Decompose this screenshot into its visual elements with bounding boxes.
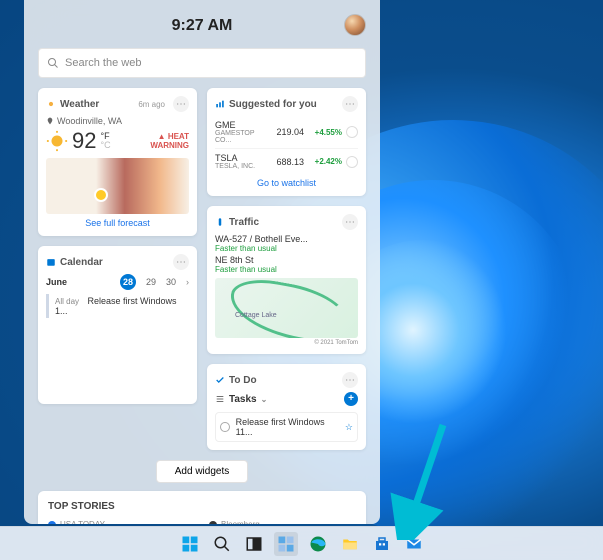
weather-map[interactable]	[46, 158, 189, 214]
todo-title: To Do	[229, 375, 338, 386]
store-button[interactable]	[370, 532, 394, 556]
user-avatar[interactable]	[344, 14, 366, 36]
weather-title: Weather	[60, 99, 134, 110]
weather-location: Woodinville, WA	[46, 116, 189, 126]
todo-card[interactable]: To Do ⋯ Tasks ⌄ + Release first Windows …	[207, 364, 366, 450]
traffic-card[interactable]: Traffic ⋯ WA-527 / Bothell Eve... Faster…	[207, 206, 366, 354]
story[interactable]: Bloomberg McConnell wants infrastructure…	[209, 520, 356, 524]
traffic-title: Traffic	[229, 217, 338, 228]
stock-symbol: TSLA	[215, 153, 268, 163]
weather-temp: 92	[72, 128, 96, 154]
task-view-button[interactable]	[242, 532, 266, 556]
add-widgets-button[interactable]: Add widgets	[156, 460, 248, 483]
stocks-row[interactable]: GMEGAMESTOP CO... 219.04 +4.55%	[215, 116, 358, 149]
traffic-route[interactable]: WA-527 / Bothell Eve... Faster than usua…	[215, 234, 358, 253]
weather-ago: 6m ago	[138, 100, 165, 109]
search-icon	[47, 57, 59, 69]
source-icon	[48, 521, 56, 524]
mail-button[interactable]	[402, 532, 426, 556]
stocks-icon	[215, 99, 225, 109]
stocks-row[interactable]: TSLATESLA, INC. 688.13 +2.42%	[215, 149, 358, 174]
story[interactable]: USA TODAY 10 dead, 151 still missing: Wh…	[48, 520, 195, 524]
todo-more-icon[interactable]: ⋯	[342, 372, 358, 388]
list-icon	[215, 394, 225, 404]
stock-change: +4.55%	[308, 128, 342, 137]
taskbar-search-button[interactable]	[210, 532, 234, 556]
calendar-title: Calendar	[60, 257, 169, 268]
map-label: Cottage Lake	[235, 312, 277, 319]
stock-price: 688.13	[268, 157, 308, 167]
taskbar	[0, 526, 603, 560]
stock-symbol: GME	[215, 120, 268, 130]
stock-change: +2.42%	[308, 157, 342, 166]
route-status: Faster than usual	[215, 265, 358, 274]
search-placeholder: Search the web	[65, 57, 141, 69]
chevron-right-icon[interactable]: ›	[186, 277, 189, 287]
sun-icon	[46, 130, 68, 152]
stock-name: GAMESTOP CO...	[215, 130, 268, 144]
calendar-card[interactable]: Calendar ⋯ June 28 29 30 › All day Relea…	[38, 246, 197, 404]
stocks-title: Suggested for you	[229, 99, 338, 110]
todo-list-name[interactable]: Tasks	[229, 394, 257, 405]
top-stories-heading: TOP STORIES	[48, 501, 356, 512]
location-pin-icon	[46, 117, 54, 125]
stocks-card[interactable]: Suggested for you ⋯ GMEGAMESTOP CO... 21…	[207, 88, 366, 196]
widgets-button[interactable]	[274, 532, 298, 556]
todo-item[interactable]: Release first Windows 11... ☆	[215, 412, 358, 442]
traffic-more-icon[interactable]: ⋯	[342, 214, 358, 230]
calendar-more-icon[interactable]: ⋯	[173, 254, 189, 270]
widgets-panel: 9:27 AM Search the web Weather 6m ago ⋯ …	[24, 0, 380, 524]
todo-icon	[215, 375, 225, 385]
story-source: USA TODAY	[60, 520, 105, 524]
stocks-more-icon[interactable]: ⋯	[342, 96, 358, 112]
file-explorer-button[interactable]	[338, 532, 362, 556]
start-button[interactable]	[178, 532, 202, 556]
calendar-day[interactable]: 29	[146, 277, 156, 287]
map-attribution: © 2021 TomTom	[215, 340, 358, 346]
route-name: NE 8th St	[215, 255, 358, 265]
traffic-route[interactable]: NE 8th St Faster than usual	[215, 255, 358, 274]
weather-icon	[46, 99, 56, 109]
todo-item-title: Release first Windows 11...	[236, 417, 339, 437]
search-input[interactable]: Search the web	[38, 48, 366, 78]
edge-button[interactable]	[306, 532, 330, 556]
star-icon[interactable]: ☆	[345, 422, 353, 433]
stocks-watchlist-link[interactable]: Go to watchlist	[215, 178, 358, 188]
stock-name: TESLA, INC.	[215, 163, 268, 170]
weather-card[interactable]: Weather 6m ago ⋯ Woodinville, WA 92 °F °…	[38, 88, 197, 236]
calendar-event[interactable]: All day Release first Windows 1...	[46, 294, 189, 318]
top-stories-card: TOP STORIES USA TODAY 10 dead, 151 still…	[38, 491, 366, 524]
route-name: WA-527 / Bothell Eve...	[215, 234, 358, 244]
panel-clock: 9:27 AM	[172, 17, 233, 35]
todo-add-button[interactable]: +	[344, 392, 358, 406]
source-icon	[209, 521, 217, 524]
calendar-icon	[46, 257, 56, 267]
todo-checkbox[interactable]	[220, 422, 230, 432]
calendar-day[interactable]: 30	[166, 277, 176, 287]
pin-icon[interactable]	[346, 156, 358, 168]
weather-warning: ▲ HEATWARNING	[150, 132, 189, 150]
weather-more-icon[interactable]: ⋯	[173, 96, 189, 112]
story-source: Bloomberg	[221, 520, 260, 524]
calendar-month: June	[46, 277, 110, 287]
pin-icon[interactable]	[346, 126, 358, 138]
traffic-map[interactable]: Cottage Lake	[215, 278, 358, 338]
weather-unit[interactable]: °F °C	[100, 132, 110, 150]
chevron-down-icon[interactable]: ⌄	[261, 395, 268, 404]
traffic-icon	[215, 217, 225, 227]
route-status: Faster than usual	[215, 244, 358, 253]
stock-price: 219.04	[268, 127, 308, 137]
weather-forecast-link[interactable]: See full forecast	[46, 218, 189, 228]
calendar-day[interactable]: 28	[120, 274, 136, 290]
event-time: All day	[55, 297, 79, 306]
